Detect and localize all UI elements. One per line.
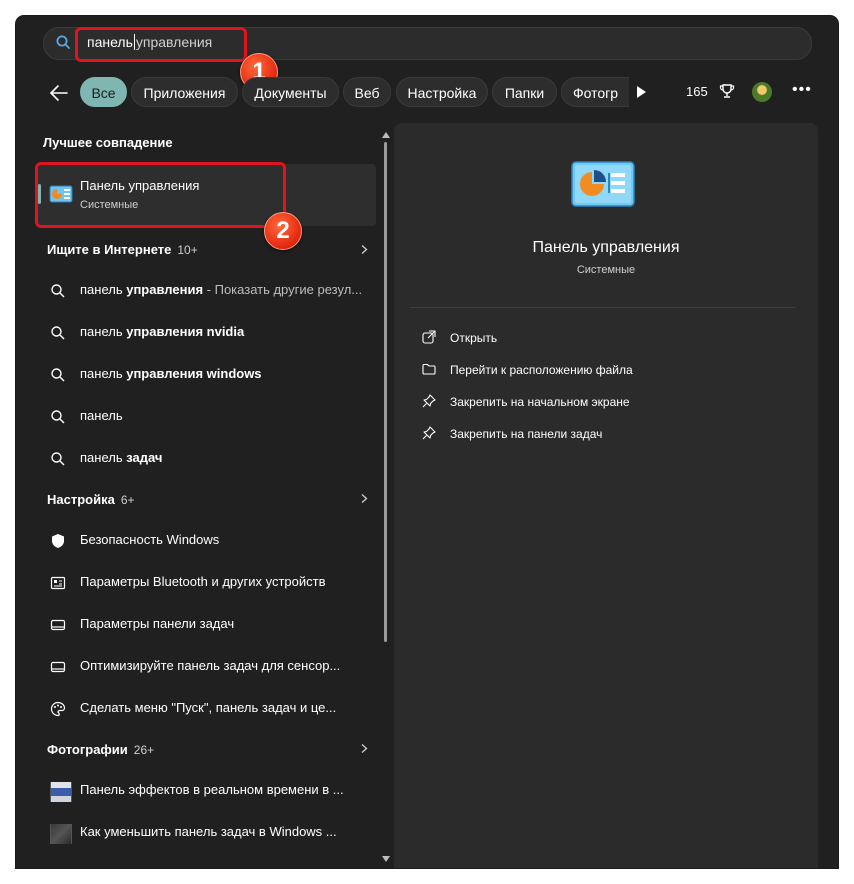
- web-result-bold: задач: [126, 450, 163, 465]
- photo-thumbnail: [50, 782, 72, 802]
- web-result-bold: управления windows: [126, 366, 262, 381]
- web-result-prefix: панель: [80, 324, 127, 339]
- annotation-highlight-best-match: [35, 162, 286, 228]
- settings-item-label: Параметры панели задач: [80, 616, 235, 631]
- settings-section-title: Настройка: [47, 492, 115, 507]
- action-label: Перейти к расположению файла: [450, 363, 633, 377]
- chip-photos[interactable]: Фотогр: [561, 77, 629, 107]
- scroll-up-icon[interactable]: [382, 132, 390, 138]
- taskbar-icon: [50, 619, 66, 631]
- web-result-prefix: панель: [80, 282, 127, 297]
- avatar[interactable]: [752, 82, 772, 102]
- chip-folders[interactable]: Папки: [492, 77, 557, 107]
- settings-item-label: Сделать меню "Пуск", панель задач и це..…: [80, 700, 337, 715]
- search-icon: [51, 284, 65, 298]
- pin-icon: [422, 394, 436, 408]
- web-section-header[interactable]: Ищите в Интернете 10+: [47, 242, 198, 257]
- action-label: Закрепить на панели задач: [450, 427, 603, 441]
- more-options-icon[interactable]: •••: [792, 82, 812, 98]
- settings-section-header[interactable]: Настройка 6+: [47, 492, 135, 507]
- photo-result-item[interactable]: Как уменьшить панель задач в Windows ...: [50, 824, 376, 844]
- search-icon: [51, 452, 65, 466]
- photos-section-header[interactable]: Фотографии 26+: [47, 742, 154, 757]
- settings-item[interactable]: Безопасность Windows: [50, 532, 376, 550]
- web-result-bold: управления nvidia: [126, 324, 245, 339]
- web-result-item[interactable]: панель управления nvidia: [50, 324, 376, 342]
- web-result-item[interactable]: панель управления - Показать другие резу…: [50, 282, 376, 300]
- chevron-right-icon[interactable]: [360, 744, 369, 753]
- arrow-left-icon[interactable]: [48, 82, 70, 104]
- web-section-title: Ищите в Интернете: [47, 242, 172, 257]
- action-pin-taskbar[interactable]: Закрепить на панели задач: [422, 426, 722, 443]
- web-result-prefix: панель: [80, 408, 123, 423]
- preview-pane: Панель управления Системные Открыть Пере…: [394, 123, 818, 868]
- annotation-highlight-search: [75, 27, 247, 62]
- folder-icon: [422, 363, 436, 375]
- search-icon: [56, 35, 70, 49]
- taskbar-icon: [50, 661, 66, 673]
- divider: [410, 307, 796, 308]
- settings-item-label: Оптимизируйте панель задач для сенсор...: [80, 658, 341, 673]
- pin-icon: [422, 426, 436, 440]
- chevron-right-icon[interactable]: [360, 494, 369, 503]
- action-open[interactable]: Открыть: [422, 330, 722, 347]
- chip-apps[interactable]: Приложения: [131, 77, 238, 107]
- chip-web[interactable]: Веб: [343, 77, 391, 107]
- photo-thumbnail: [50, 824, 72, 844]
- web-result-prefix: панель: [80, 450, 127, 465]
- settings-item-label: Параметры Bluetooth и других устройств: [80, 574, 326, 589]
- settings-item-label: Безопасность Windows: [80, 532, 220, 547]
- action-open-file-location[interactable]: Перейти к расположению файла: [422, 363, 722, 379]
- search-icon: [51, 326, 65, 340]
- play-icon[interactable]: [636, 86, 646, 98]
- web-result-suffix: - Показать другие резул...: [203, 282, 363, 297]
- photo-result-item[interactable]: Панель эффектов в реальном времени в ...: [50, 782, 376, 802]
- chip-settings[interactable]: Настройка: [396, 77, 488, 107]
- photo-result-label: Как уменьшить панель задач в Windows ...: [80, 824, 337, 839]
- photos-section-count: 26+: [133, 743, 155, 757]
- web-result-item[interactable]: панель: [50, 408, 376, 426]
- chevron-right-icon[interactable]: [360, 245, 369, 254]
- action-label: Закрепить на начальном экране: [450, 395, 630, 409]
- settings-item[interactable]: Сделать меню "Пуск", панель задач и це..…: [50, 700, 376, 718]
- photos-section-title: Фотографии: [47, 742, 128, 757]
- action-label: Открыть: [450, 331, 498, 345]
- web-result-item[interactable]: панель задач: [50, 450, 376, 468]
- photo-result-label: Панель эффектов в реальном времени в ...: [80, 782, 344, 797]
- search-icon: [51, 368, 65, 382]
- preview-subtitle: Системные: [576, 264, 636, 276]
- scroll-down-icon[interactable]: [382, 856, 390, 862]
- scrollbar-thumb[interactable]: [384, 142, 387, 642]
- rewards-points: 165: [686, 84, 708, 99]
- best-match-header: Лучшее совпадение: [43, 135, 173, 150]
- action-pin-start[interactable]: Закрепить на начальном экране: [422, 394, 722, 411]
- settings-item[interactable]: Параметры Bluetooth и других устройств: [50, 574, 376, 592]
- control-panel-icon: [571, 161, 635, 207]
- shield-icon: [52, 534, 64, 548]
- chip-all[interactable]: Все: [80, 77, 127, 107]
- open-external-icon: [422, 330, 436, 344]
- settings-section-count: 6+: [120, 493, 135, 507]
- web-result-prefix: панель: [80, 366, 127, 381]
- annotation-badge-2: 2: [264, 212, 302, 250]
- search-icon: [51, 410, 65, 424]
- web-section-count: 10+: [177, 243, 198, 257]
- trophy-icon[interactable]: [719, 83, 735, 99]
- chip-documents[interactable]: Документы: [242, 77, 339, 107]
- web-result-item[interactable]: панель управления windows: [50, 366, 376, 384]
- palette-icon: [50, 701, 66, 717]
- devices-icon: [50, 576, 66, 590]
- web-result-bold: управления: [126, 282, 204, 297]
- settings-item[interactable]: Параметры панели задач: [50, 616, 376, 634]
- preview-title: Панель управления: [532, 239, 680, 256]
- settings-item[interactable]: Оптимизируйте панель задач для сенсор...: [50, 658, 376, 676]
- search-panel: панель управления 1 Все Приложения Докуме…: [16, 16, 838, 868]
